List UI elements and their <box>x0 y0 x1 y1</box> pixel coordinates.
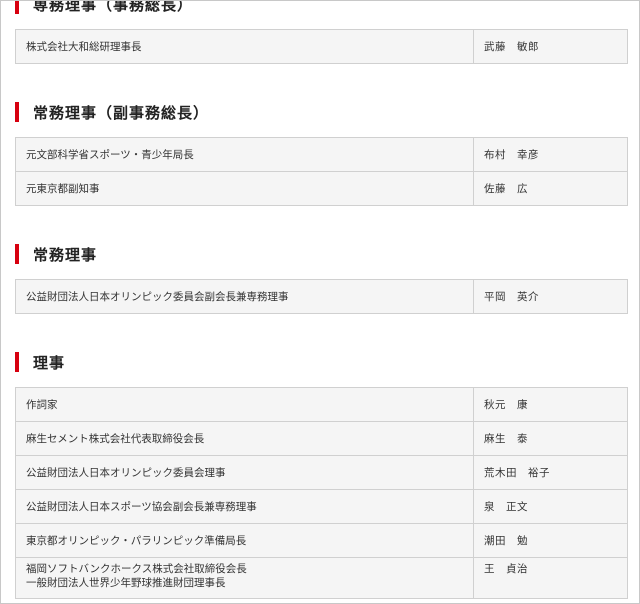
section-senior-managing-director-deputy: 常務理事（副事務総長） 元文部科学省スポーツ・青少年局長 布村 幸彦 元東京都副… <box>15 101 628 206</box>
section-heading: 専務理事（事務総長） <box>15 0 628 15</box>
section-title: 常務理事 <box>33 245 98 264</box>
section-title: 専務理事（事務総長） <box>33 0 194 14</box>
table-row: 公益財団法人日本オリンピック委員会副会長兼専務理事 平岡 英介 <box>15 279 628 314</box>
officer-list: 専務理事（事務総長） 株式会社大和総研理事長 武藤 敏郎 常務理事（副事務総長）… <box>15 0 628 599</box>
name-cell: 荒木田 裕子 <box>473 455 628 490</box>
affiliation-cell: 公益財団法人日本オリンピック委員会副会長兼専務理事 <box>15 279 474 314</box>
affiliation-cell: 作詞家 <box>15 387 474 422</box>
affiliation-cell: 東京都オリンピック・パラリンピック準備局長 <box>15 523 474 558</box>
name-cell: 王 貞治 <box>473 557 628 599</box>
table-row: 公益財団法人日本オリンピック委員会理事 荒木田 裕子 <box>15 455 628 490</box>
section-heading: 常務理事 <box>15 243 628 265</box>
name-cell: 潮田 勉 <box>473 523 628 558</box>
table-row: 東京都オリンピック・パラリンピック準備局長 潮田 勉 <box>15 523 628 558</box>
heading-accent-bar <box>15 102 19 122</box>
table-row: 株式会社大和総研理事長 武藤 敏郎 <box>15 29 628 64</box>
officer-table: 作詞家 秋元 康 麻生セメント株式会社代表取締役会長 麻生 泰 公益財団法人日本… <box>15 387 628 599</box>
heading-accent-bar <box>15 244 19 264</box>
name-cell: 平岡 英介 <box>473 279 628 314</box>
section-title: 常務理事（副事務総長） <box>33 103 210 122</box>
affiliation-cell: 公益財団法人日本オリンピック委員会理事 <box>15 455 474 490</box>
section-title: 理事 <box>33 353 66 372</box>
affiliation-cell: 公益財団法人日本スポーツ協会副会長兼専務理事 <box>15 489 474 524</box>
section-executive-director: 専務理事（事務総長） 株式会社大和総研理事長 武藤 敏郎 <box>15 0 628 64</box>
affiliation-cell: 福岡ソフトバンクホークス株式会社取締役会長 一般財団法人世界少年野球推進財団理事… <box>15 557 474 599</box>
page-frame: 専務理事（事務総長） 株式会社大和総研理事長 武藤 敏郎 常務理事（副事務総長）… <box>0 0 640 604</box>
name-cell: 佐藤 広 <box>473 171 628 206</box>
officer-table: 元文部科学省スポーツ・青少年局長 布村 幸彦 元東京都副知事 佐藤 広 <box>15 137 628 206</box>
heading-accent-bar <box>15 1 19 14</box>
affiliation-cell: 元東京都副知事 <box>15 171 474 206</box>
table-row: 福岡ソフトバンクホークス株式会社取締役会長 一般財団法人世界少年野球推進財団理事… <box>15 557 628 599</box>
name-cell: 泉 正文 <box>473 489 628 524</box>
affiliation-cell: 元文部科学省スポーツ・青少年局長 <box>15 137 474 172</box>
section-senior-managing-director: 常務理事 公益財団法人日本オリンピック委員会副会長兼専務理事 平岡 英介 <box>15 243 628 314</box>
officer-table: 公益財団法人日本オリンピック委員会副会長兼専務理事 平岡 英介 <box>15 279 628 314</box>
table-row: 作詞家 秋元 康 <box>15 387 628 422</box>
table-row: 元東京都副知事 佐藤 広 <box>15 171 628 206</box>
table-row: 麻生セメント株式会社代表取締役会長 麻生 泰 <box>15 421 628 456</box>
officer-table: 株式会社大和総研理事長 武藤 敏郎 <box>15 29 628 64</box>
name-cell: 麻生 泰 <box>473 421 628 456</box>
name-cell: 武藤 敏郎 <box>473 29 628 64</box>
name-cell: 布村 幸彦 <box>473 137 628 172</box>
section-heading: 理事 <box>15 351 628 373</box>
affiliation-cell: 麻生セメント株式会社代表取締役会長 <box>15 421 474 456</box>
affiliation-cell: 株式会社大和総研理事長 <box>15 29 474 64</box>
section-directors: 理事 作詞家 秋元 康 麻生セメント株式会社代表取締役会長 麻生 泰 公益財団法… <box>15 351 628 599</box>
table-row: 元文部科学省スポーツ・青少年局長 布村 幸彦 <box>15 137 628 172</box>
table-row: 公益財団法人日本スポーツ協会副会長兼専務理事 泉 正文 <box>15 489 628 524</box>
name-cell: 秋元 康 <box>473 387 628 422</box>
heading-accent-bar <box>15 352 19 372</box>
section-heading: 常務理事（副事務総長） <box>15 101 628 123</box>
